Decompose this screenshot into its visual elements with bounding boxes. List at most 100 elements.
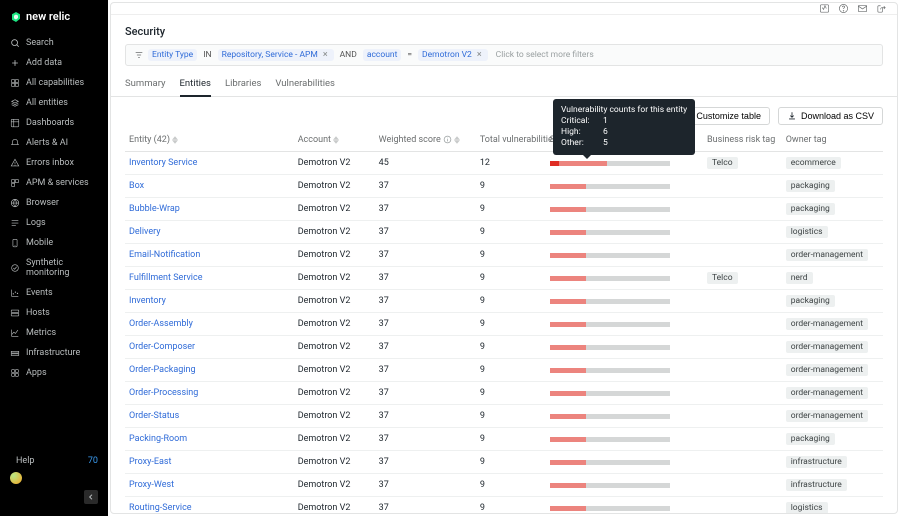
severity-bar bbox=[550, 414, 670, 419]
th-risk[interactable]: Business risk tag bbox=[703, 129, 782, 152]
sidebar-item-dashboards[interactable]: Dashboards bbox=[0, 113, 108, 133]
entity-link[interactable]: Order-Composer bbox=[129, 342, 195, 352]
download-csv-button[interactable]: Download as CSV bbox=[778, 107, 883, 125]
risk-tag: Telco bbox=[707, 272, 738, 284]
feedback-icon[interactable] bbox=[857, 3, 868, 14]
entity-link[interactable]: Bubble-Wrap bbox=[129, 204, 180, 214]
entity-link[interactable]: Order-Assembly bbox=[129, 319, 193, 329]
entity-link[interactable]: Order-Processing bbox=[129, 388, 198, 398]
remove-filter-1[interactable]: × bbox=[321, 50, 330, 60]
sidebar-item-logs[interactable]: Logs bbox=[0, 213, 108, 233]
cell-account: Demotron V2 bbox=[294, 152, 375, 175]
sidebar-item-browser[interactable]: Browser bbox=[0, 193, 108, 213]
entity-link[interactable]: Email-Notification bbox=[129, 250, 200, 260]
nav-icon bbox=[10, 328, 20, 338]
table-row: DeliveryDemotron V2379logistics bbox=[125, 221, 883, 244]
sidebar-item-apps[interactable]: Apps bbox=[0, 363, 108, 383]
cell-total: 12 bbox=[476, 152, 546, 175]
entity-link[interactable]: Inventory Service bbox=[129, 158, 197, 168]
brand-logo[interactable]: new relic bbox=[0, 6, 108, 33]
remove-filter-2[interactable]: × bbox=[475, 50, 484, 60]
download-icon bbox=[787, 111, 797, 121]
cell-total: 9 bbox=[476, 405, 546, 428]
nav-icon bbox=[10, 198, 20, 208]
cell-score: 37 bbox=[375, 244, 476, 267]
cell-score: 37 bbox=[375, 497, 476, 515]
help-label: Help bbox=[16, 456, 34, 466]
filter-val-2[interactable]: Demotron V2 × bbox=[418, 49, 488, 61]
nav-icon bbox=[10, 58, 20, 68]
filter-field-1[interactable]: Entity Type bbox=[148, 49, 197, 61]
filter-op-2: = bbox=[405, 50, 414, 60]
share-icon[interactable] bbox=[876, 3, 887, 14]
filter-bar[interactable]: Entity Type IN Repository, Service - APM… bbox=[125, 44, 883, 66]
entity-link[interactable]: Inventory bbox=[129, 296, 166, 306]
sidebar-help[interactable]: ? Help 70 bbox=[10, 456, 98, 466]
customize-table-button[interactable]: Customize table bbox=[687, 107, 770, 125]
th-score[interactable]: Weighted score bbox=[375, 129, 476, 152]
nav-icon bbox=[10, 348, 20, 358]
owner-tag: packaging bbox=[786, 180, 835, 192]
tab-libraries[interactable]: Libraries bbox=[225, 74, 261, 96]
cell-total: 9 bbox=[476, 359, 546, 382]
th-account[interactable]: Account bbox=[294, 129, 375, 152]
sidebar-item-metrics[interactable]: Metrics bbox=[0, 323, 108, 343]
sidebar-item-errors-inbox[interactable]: Errors inbox bbox=[0, 153, 108, 173]
cell-score: 45 bbox=[375, 152, 476, 175]
cell-score: 37 bbox=[375, 290, 476, 313]
severity-bar bbox=[550, 207, 670, 212]
sidebar-item-search[interactable]: Search bbox=[0, 33, 108, 53]
severity-bar bbox=[550, 299, 670, 304]
cell-account: Demotron V2 bbox=[294, 405, 375, 428]
sidebar-item-infrastructure[interactable]: Infrastructure bbox=[0, 343, 108, 363]
owner-tag: packaging bbox=[786, 203, 835, 215]
sidebar-item-all-entities[interactable]: All entities bbox=[0, 93, 108, 113]
sidebar-item-hosts[interactable]: Hosts bbox=[0, 303, 108, 323]
entity-link[interactable]: Routing-Service bbox=[129, 503, 192, 513]
severity-bar bbox=[550, 184, 670, 189]
cell-account: Demotron V2 bbox=[294, 474, 375, 497]
nav-icon bbox=[10, 118, 20, 128]
cell-score: 37 bbox=[375, 198, 476, 221]
filter-field-2[interactable]: account bbox=[363, 49, 402, 61]
th-entity[interactable]: Entity (42) bbox=[125, 129, 294, 152]
collapse-sidebar-button[interactable] bbox=[84, 490, 98, 504]
sidebar-item-mobile[interactable]: Mobile bbox=[0, 233, 108, 253]
table-row: Email-NotificationDemotron V2379order-ma… bbox=[125, 244, 883, 267]
sidebar-item-add-data[interactable]: Add data bbox=[0, 53, 108, 73]
table-row: InventoryDemotron V2379packaging bbox=[125, 290, 883, 313]
severity-tooltip: Vulnerability counts for this entity Cri… bbox=[553, 99, 695, 155]
cell-score: 37 bbox=[375, 428, 476, 451]
entity-link[interactable]: Delivery bbox=[129, 227, 161, 237]
tab-summary[interactable]: Summary bbox=[125, 74, 166, 96]
table-row: Packing-RoomDemotron V2379packaging bbox=[125, 428, 883, 451]
tab-vulnerabilities[interactable]: Vulnerabilities bbox=[275, 74, 335, 96]
th-owner[interactable]: Owner tag bbox=[782, 129, 883, 152]
entity-link[interactable]: Packing-Room bbox=[129, 434, 187, 444]
entity-link[interactable]: Order-Status bbox=[129, 411, 179, 421]
sidebar-item-synthetic-monitoring[interactable]: Synthetic monitoring bbox=[0, 253, 108, 283]
sidebar-item-events[interactable]: Events bbox=[0, 283, 108, 303]
entity-link[interactable]: Box bbox=[129, 181, 144, 191]
sidebar-item-all-capabilities[interactable]: All capabilities bbox=[0, 73, 108, 93]
info-icon[interactable] bbox=[443, 135, 452, 144]
avatar[interactable] bbox=[10, 472, 22, 484]
severity-bar bbox=[550, 253, 670, 258]
sidebar-item-alerts-ai[interactable]: Alerts & AI bbox=[0, 133, 108, 153]
entity-link[interactable]: Proxy-East bbox=[129, 457, 172, 467]
entity-link[interactable]: Fulfillment Service bbox=[129, 273, 202, 283]
nav-icon bbox=[10, 38, 20, 48]
entity-link[interactable]: Order-Packaging bbox=[129, 365, 196, 375]
filter-placeholder[interactable]: Click to select more filters bbox=[496, 50, 594, 60]
severity-bar bbox=[550, 483, 670, 488]
sidebar-item-apm-services[interactable]: APM & services bbox=[0, 173, 108, 193]
severity-bar bbox=[550, 230, 670, 235]
filter-val-1[interactable]: Repository, Service - APM × bbox=[218, 49, 334, 61]
th-total[interactable]: Total vulnerabilities bbox=[476, 129, 546, 152]
entity-link[interactable]: Proxy-West bbox=[129, 480, 174, 490]
owner-tag: nerd bbox=[786, 272, 813, 284]
tab-entities[interactable]: Entities bbox=[180, 74, 211, 97]
nav-icon bbox=[10, 78, 20, 88]
query-icon[interactable] bbox=[819, 3, 830, 14]
help-icon[interactable] bbox=[838, 3, 849, 14]
